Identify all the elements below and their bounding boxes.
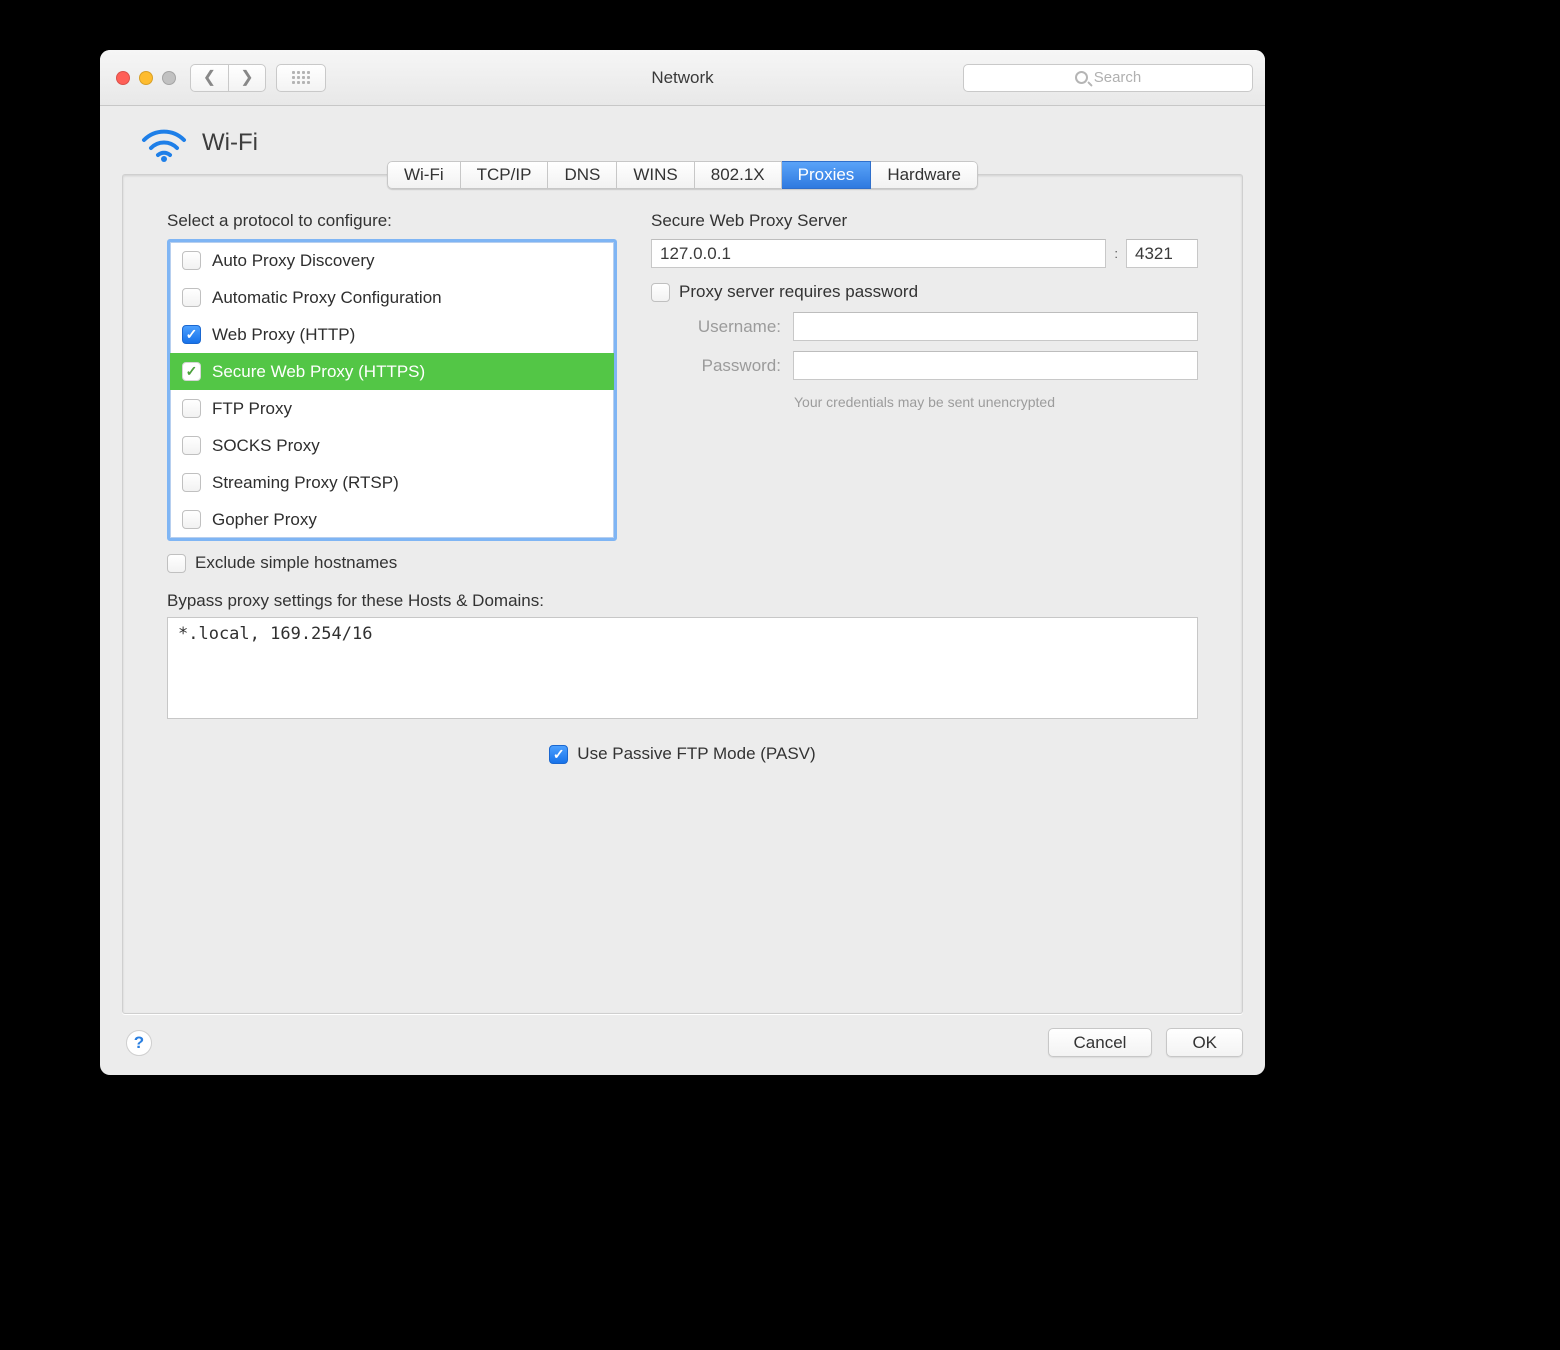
back-button[interactable]: ❮	[190, 64, 228, 92]
tab-dns[interactable]: DNS	[548, 161, 617, 189]
window-minimize-button[interactable]	[139, 71, 153, 85]
protocol-column: Select a protocol to configure: Auto Pro…	[167, 211, 617, 541]
connection-header: Wi-Fi	[140, 124, 1243, 162]
protocol-row[interactable]: FTP Proxy	[170, 390, 614, 427]
protocol-list[interactable]: Auto Proxy Discovery Automatic Proxy Conf…	[167, 239, 617, 541]
protocol-checkbox[interactable]	[182, 288, 201, 307]
tab-802-1x[interactable]: 802.1X	[695, 161, 782, 189]
protocol-row[interactable]: Automatic Proxy Configuration	[170, 279, 614, 316]
ok-button[interactable]: OK	[1166, 1028, 1243, 1057]
exclude-simple-label: Exclude simple hostnames	[195, 553, 397, 573]
nav-back-forward: ❮ ❯	[190, 64, 266, 92]
server-label: Secure Web Proxy Server	[651, 211, 1198, 231]
grid-icon	[292, 71, 310, 84]
protocol-row[interactable]: Web Proxy (HTTP)	[170, 316, 614, 353]
wifi-icon	[140, 124, 188, 162]
bypass-textarea[interactable]	[167, 617, 1198, 719]
bypass-label: Bypass proxy settings for these Hosts & …	[167, 591, 1198, 611]
tab-hardware[interactable]: Hardware	[871, 161, 978, 189]
protocol-label: FTP Proxy	[212, 399, 292, 419]
protocol-checkbox[interactable]	[182, 473, 201, 492]
requires-password-checkbox[interactable]	[651, 283, 670, 302]
search-placeholder: Search	[1094, 69, 1142, 86]
protocol-label: Secure Web Proxy (HTTPS)	[212, 362, 425, 382]
tab-wins[interactable]: WINS	[617, 161, 694, 189]
protocol-checkbox[interactable]	[182, 399, 201, 418]
protocol-label: Web Proxy (HTTP)	[212, 325, 355, 345]
protocol-label: Gopher Proxy	[212, 510, 317, 530]
protocol-checkbox[interactable]	[182, 436, 201, 455]
chevron-left-icon: ❮	[203, 70, 216, 86]
search-icon	[1075, 71, 1088, 84]
window-controls	[116, 71, 176, 85]
protocol-row[interactable]: Streaming Proxy (RTSP)	[170, 464, 614, 501]
tab-wi-fi[interactable]: Wi-Fi	[387, 161, 461, 189]
proxy-port-field[interactable]	[1126, 239, 1198, 268]
password-label: Password:	[651, 356, 781, 376]
pasv-row[interactable]: Use Passive FTP Mode (PASV)	[549, 744, 815, 764]
network-preferences-window: ❮ ❯ Network Search	[100, 50, 1265, 1075]
protocol-checkbox[interactable]	[182, 325, 201, 344]
protocol-label: Streaming Proxy (RTSP)	[212, 473, 399, 493]
exclude-simple-checkbox[interactable]	[167, 554, 186, 573]
protocol-label: Auto Proxy Discovery	[212, 251, 375, 271]
protocol-list-label: Select a protocol to configure:	[167, 211, 617, 231]
show-all-button[interactable]	[276, 64, 326, 92]
tab-tcp-ip[interactable]: TCP/IP	[461, 161, 549, 189]
username-label: Username:	[651, 317, 781, 337]
pasv-checkbox[interactable]	[549, 745, 568, 764]
proxy-host-field[interactable]	[651, 239, 1106, 268]
protocol-checkbox[interactable]	[182, 362, 201, 381]
settings-panel: Wi-FiTCP/IPDNSWINS802.1XProxiesHardware …	[122, 174, 1243, 1014]
protocol-label: SOCKS Proxy	[212, 436, 320, 456]
protocol-row[interactable]: SOCKS Proxy	[170, 427, 614, 464]
requires-password-row[interactable]: Proxy server requires password	[651, 282, 1198, 302]
window-body: Wi-Fi Wi-FiTCP/IPDNSWINS802.1XProxiesHar…	[100, 106, 1265, 1075]
window-close-button[interactable]	[116, 71, 130, 85]
protocol-row[interactable]: Auto Proxy Discovery	[170, 242, 614, 279]
protocol-checkbox[interactable]	[182, 510, 201, 529]
exclude-simple-row[interactable]: Exclude simple hostnames	[167, 553, 1198, 573]
connection-name: Wi-Fi	[202, 129, 258, 157]
titlebar: ❮ ❯ Network Search	[100, 50, 1265, 106]
protocol-row[interactable]: Secure Web Proxy (HTTPS)	[170, 353, 614, 390]
tabs: Wi-FiTCP/IPDNSWINS802.1XProxiesHardware	[123, 161, 1242, 189]
cancel-button[interactable]: Cancel	[1048, 1028, 1153, 1057]
tab-proxies[interactable]: Proxies	[782, 161, 872, 189]
password-field[interactable]	[793, 351, 1198, 380]
protocol-label: Automatic Proxy Configuration	[212, 288, 442, 308]
help-button[interactable]: ?	[126, 1030, 152, 1056]
window-zoom-button[interactable]	[162, 71, 176, 85]
username-field[interactable]	[793, 312, 1198, 341]
protocol-checkbox[interactable]	[182, 251, 201, 270]
pasv-label: Use Passive FTP Mode (PASV)	[577, 744, 815, 764]
chevron-right-icon: ❯	[240, 70, 253, 86]
forward-button[interactable]: ❯	[228, 64, 266, 92]
credentials-warning: Your credentials may be sent unencrypted	[651, 394, 1198, 410]
search-field[interactable]: Search	[963, 64, 1253, 92]
host-port-separator: :	[1114, 246, 1118, 261]
requires-password-label: Proxy server requires password	[679, 282, 918, 302]
footer: ? Cancel OK	[122, 1028, 1243, 1057]
server-column: Secure Web Proxy Server : Proxy server r…	[651, 211, 1198, 541]
protocol-row[interactable]: Gopher Proxy	[170, 501, 614, 538]
